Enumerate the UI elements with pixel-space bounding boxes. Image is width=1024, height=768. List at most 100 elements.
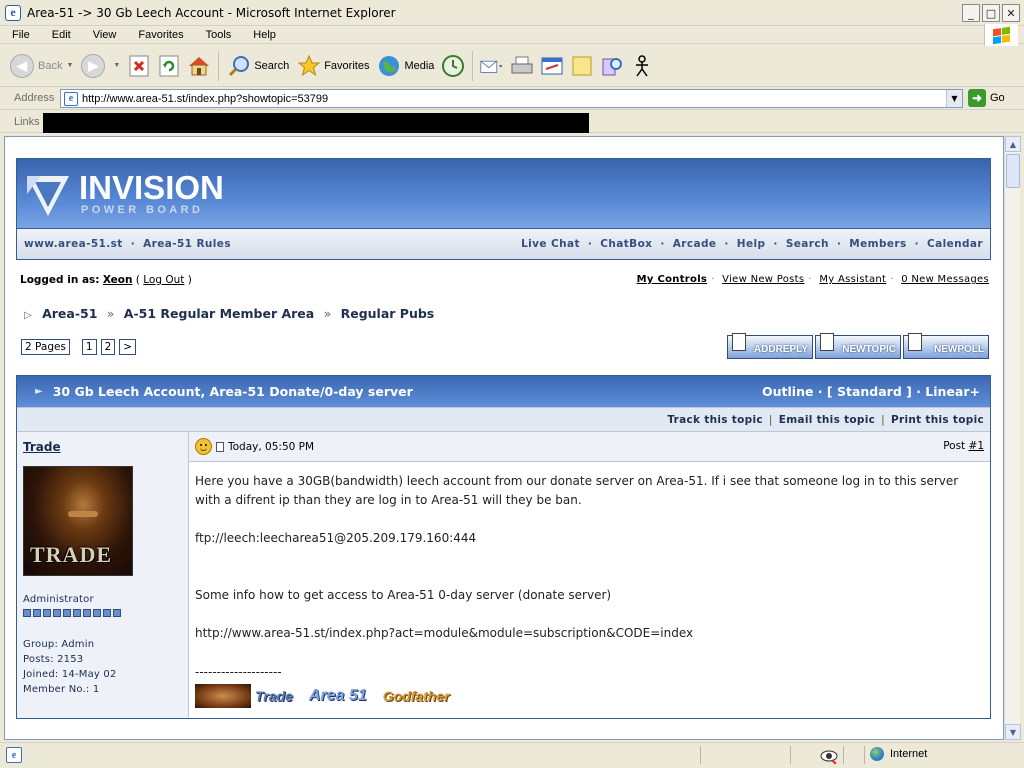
new-poll-button[interactable]: NEWPOLL — [903, 333, 989, 359]
messenger-icon[interactable] — [630, 54, 654, 78]
menu-view[interactable]: View — [81, 29, 127, 41]
media-button[interactable]: Media — [373, 49, 438, 83]
history-icon[interactable] — [441, 54, 465, 78]
discuss-icon[interactable] — [570, 54, 594, 78]
mail-icon[interactable] — [480, 54, 504, 78]
toolbar-separator — [218, 50, 220, 81]
media-globe-icon — [379, 55, 400, 76]
logout-link[interactable]: Log Out — [143, 274, 184, 286]
pagination: 2 Pages 1 2 > — [21, 339, 137, 355]
privacy-icon[interactable] — [820, 748, 838, 767]
author-meta: Group: Admin Posts: 2153 Joined: 14-May … — [23, 637, 188, 697]
scroll-down-icon[interactable]: ▼ — [1005, 724, 1021, 740]
post-subscription-link[interactable]: http://www.area-51.st/index.php?act=modu… — [195, 624, 984, 643]
menu-edit[interactable]: Edit — [40, 29, 81, 41]
address-dropdown-icon[interactable]: ▼ — [946, 90, 962, 107]
menu-help[interactable]: Help — [241, 29, 286, 41]
redacted-links — [43, 113, 589, 133]
new-messages-link[interactable]: 0 New Messages — [901, 274, 989, 285]
track-topic-link[interactable]: Track this topic — [667, 414, 763, 426]
avatar-text: TRADE — [30, 542, 113, 567]
page-icon: e — [64, 91, 78, 106]
forum-page: INVISION POWER BOARD www.area-51.st · Ar… — [16, 158, 991, 719]
back-label: Back — [38, 59, 63, 72]
favorites-label: Favorites — [324, 59, 370, 72]
topic-arrow-icon: ► — [35, 386, 43, 397]
menu-tools[interactable]: Tools — [194, 29, 242, 41]
links-label[interactable]: Links — [14, 116, 40, 128]
maximize-button[interactable]: □ — [982, 4, 1000, 22]
new-topic-label: NEWTOPIC — [842, 344, 896, 355]
page-link-2[interactable]: 2 — [100, 339, 116, 355]
username-link[interactable]: Xeon — [103, 274, 133, 286]
nav-chatbox[interactable]: ChatBox — [600, 238, 652, 250]
print-icon[interactable] — [510, 54, 534, 78]
breadcrumb-forum[interactable]: Regular Pubs — [341, 306, 435, 321]
nav-calendar[interactable]: Calendar — [927, 238, 983, 250]
author-role: Administrator — [23, 594, 94, 605]
search-button[interactable]: Search — [223, 49, 293, 83]
breadcrumb-home[interactable]: Area-51 — [42, 306, 97, 321]
logged-in-label: Logged in as: — [20, 274, 100, 286]
favorites-button[interactable]: Favorites — [293, 49, 373, 83]
vertical-scrollbar[interactable]: ▲ ▼ — [1004, 136, 1021, 740]
menu-favorites[interactable]: Favorites — [126, 29, 193, 41]
post-ftp-text: ftp://leech:leecharea51@205.209.179.160:… — [195, 531, 477, 545]
go-label: Go — [990, 92, 1005, 104]
nav-help[interactable]: Help — [737, 238, 766, 250]
add-reply-label: ADDREPLY — [753, 344, 808, 355]
menu-file[interactable]: File — [0, 29, 40, 41]
windows-logo-icon — [984, 24, 1018, 46]
email-topic-link[interactable]: Email this topic — [779, 414, 875, 426]
scroll-thumb[interactable] — [1006, 154, 1020, 188]
nav-search[interactable]: Search — [786, 238, 829, 250]
my-controls-link[interactable]: My Controls — [637, 274, 708, 285]
view-new-posts-link[interactable]: View New Posts — [722, 274, 804, 285]
back-button[interactable]: ◀ Back ▼ — [6, 49, 77, 83]
go-button[interactable]: ➜ Go — [968, 89, 1005, 107]
stop-icon[interactable] — [127, 54, 151, 78]
refresh-icon[interactable] — [157, 54, 181, 78]
back-dropdown-icon[interactable]: ▼ — [66, 62, 73, 69]
reply-icon — [732, 333, 746, 351]
new-poll-icon — [908, 333, 922, 351]
post-author-panel: Trade TRADE Administrator Group: Admin P… — [17, 432, 189, 718]
signature-rule: -------------------- — [195, 665, 282, 679]
post: Trade TRADE Administrator Group: Admin P… — [17, 432, 990, 718]
close-button[interactable]: ✕ — [1002, 4, 1020, 22]
post-content: Today, 05:50 PM Post #1 Here you have a … — [189, 432, 990, 718]
my-assistant-link[interactable]: My Assistant — [819, 274, 886, 285]
go-arrow-icon: ➜ — [968, 89, 986, 107]
edit-icon[interactable] — [540, 54, 564, 78]
add-reply-button[interactable]: ADDREPLY — [727, 333, 813, 359]
nav-rules-link[interactable]: Area-51 Rules — [143, 238, 231, 250]
address-input[interactable]: e http://www.area-51.st/index.php?showto… — [60, 89, 963, 108]
topic-actions: Track this topic | Email this topic | Pr… — [17, 407, 990, 432]
post-number-link[interactable]: #1 — [969, 440, 984, 452]
forward-button[interactable]: ▶ ▼ — [77, 49, 124, 83]
author-name[interactable]: Trade — [23, 440, 188, 454]
research-icon[interactable] — [600, 54, 624, 78]
minimize-button[interactable]: _ — [962, 4, 980, 22]
standard-toolbar: ◀ Back ▼ ▶ ▼ Search Favorites Media — [0, 45, 1024, 87]
page-viewport: INVISION POWER BOARD www.area-51.st · Ar… — [4, 136, 1004, 740]
home-icon[interactable] — [187, 54, 211, 78]
logo-title: INVISION — [79, 169, 224, 206]
forum-header: INVISION POWER BOARD — [16, 158, 991, 228]
breadcrumb-category[interactable]: A-51 Regular Member Area — [124, 306, 314, 321]
pages-count[interactable]: 2 Pages — [21, 339, 70, 355]
nav-members[interactable]: Members — [849, 238, 906, 250]
star-icon — [297, 54, 321, 76]
nav-site-link[interactable]: www.area-51.st — [24, 238, 123, 250]
print-topic-link[interactable]: Print this topic — [891, 414, 984, 426]
page-next[interactable]: > — [119, 339, 137, 355]
address-url[interactable]: http://www.area-51.st/index.php?showtopi… — [82, 93, 328, 105]
nav-arcade[interactable]: Arcade — [673, 238, 717, 250]
page-link-1[interactable]: 1 — [81, 339, 97, 355]
scroll-up-icon[interactable]: ▲ — [1005, 136, 1021, 152]
forward-dropdown-icon[interactable]: ▼ — [113, 62, 120, 69]
invision-logo-icon — [27, 176, 69, 216]
nav-live-chat[interactable]: Live Chat — [521, 238, 580, 250]
new-topic-button[interactable]: NEWTOPIC — [815, 333, 901, 359]
view-modes[interactable]: Outline · [ Standard ] · Linear+ — [762, 384, 980, 399]
